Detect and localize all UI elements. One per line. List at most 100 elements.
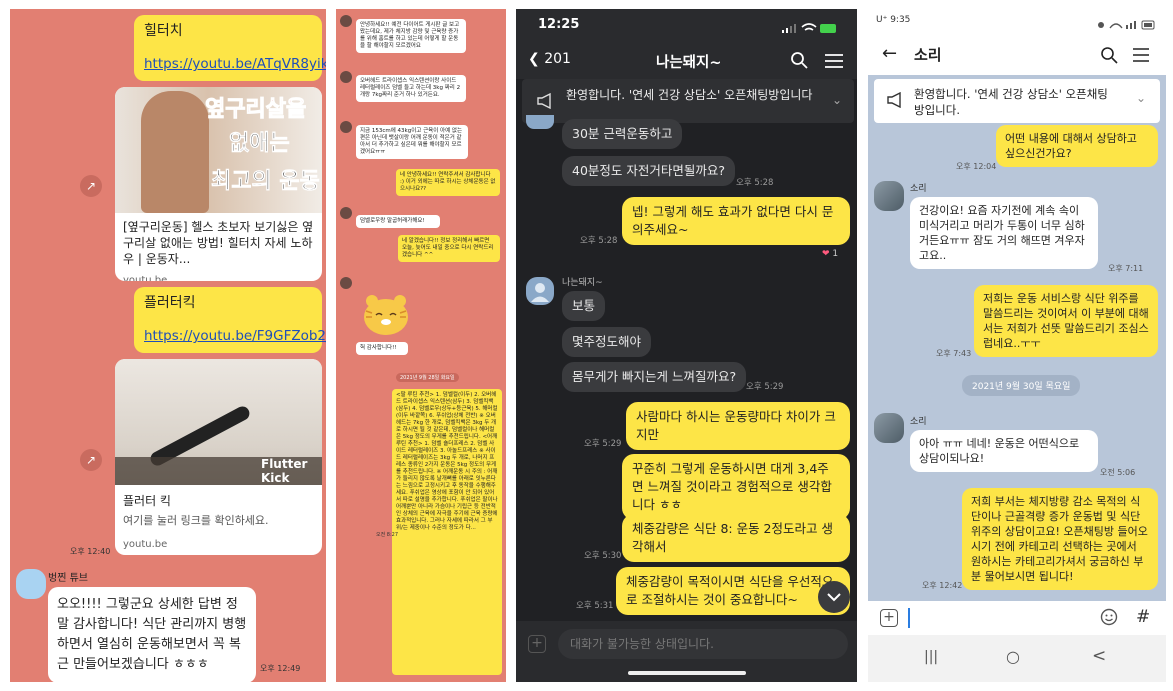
- chat-message-right: 꾸준히 그렇게 운동하시면 대게 3,4주면 느껴질 것이라고 경험적으로 생각…: [622, 454, 850, 520]
- home-icon[interactable]: ○: [1006, 647, 1020, 666]
- message-time: 오후 7:43: [936, 349, 972, 358]
- card-title: 플러터 킥: [123, 494, 171, 508]
- notice-text: 환영합니다. '연세 건강 상담소' 오픈채팅방입니다: [566, 88, 813, 102]
- chat-message-right: 어떤 내용에 대해서 상담하고 싶으신건가요?: [996, 125, 1158, 167]
- notice-banner[interactable]: 환영합니다. '연세 건강 상담소' 오픈채팅방입니다 ⌄: [522, 79, 854, 123]
- message-time: 오후 5:28: [580, 236, 618, 246]
- chat-message-left: 40분정도 자전거타면될까요?: [562, 156, 736, 186]
- sender-name: 소리: [910, 184, 927, 194]
- unread-count: 201: [544, 51, 571, 67]
- video-thumbnail: Flutter Kick: [115, 359, 322, 485]
- recent-apps-icon[interactable]: |||: [924, 649, 938, 665]
- chat-message: 네 안녕하세요!! 연락주셔서 감사합니다 :) 이거 외에는 따로 하시는 상…: [396, 169, 500, 196]
- heart-icon: ❤: [822, 249, 830, 259]
- chat-message: 헉 감사합니다!!: [356, 342, 408, 355]
- chat-message-left: 아아 ㅠㅠ 네네! 운동은 어떤식으로 상담이되나요!: [910, 430, 1098, 472]
- message-input[interactable]: [908, 608, 910, 628]
- chat-message: 덤벨로우랑 말굽허래가해요!: [356, 215, 440, 228]
- thumbnail-text: 최고의 운동: [211, 169, 320, 195]
- youtube-preview-card-1[interactable]: 옆구리살을 없애는 최고의 운동 [옆구리운동] 헬스 초보자 보기싫은 옆구리…: [115, 87, 322, 281]
- chat-message-right: 체중감량이 목적이시면 식단을 우선적으로 조절하시는 것이 중요합니다~: [616, 567, 850, 615]
- heart-reaction[interactable]: ❤ 1: [822, 249, 846, 259]
- thumbnail-text: 옆구리살을: [204, 97, 307, 123]
- status-icons: [1096, 15, 1158, 30]
- notice-text: 환영합니다. '연세 건강 상담소' 오픈채팅방입니다.: [914, 87, 1108, 117]
- message-time: 오후 5:29: [584, 439, 622, 449]
- message-time: 오후 12:42: [922, 581, 963, 590]
- thumbnail-text: 없애는: [229, 131, 290, 157]
- message-time: 오전 8:27: [376, 532, 399, 538]
- youtube-link[interactable]: https://youtu.be/F9GFZob2_xA: [144, 327, 326, 345]
- android-nav-bar: ||| ○ <: [868, 635, 1166, 682]
- plus-icon[interactable]: +: [880, 609, 898, 627]
- kakao-chat-screenshot-1: 힐터치 https://youtu.be/ATqVR8yikQg ↗ 옆구리살을…: [10, 9, 326, 682]
- link-message-2[interactable]: 플러터킥 https://youtu.be/F9GFZob2_xA: [134, 287, 326, 353]
- message-time: 오후 5:30: [584, 551, 622, 561]
- card-title: [옆구리운동] 헬스 초보자 보기싫은 옆구리살 없애는 방법! 힐터치 자세 …: [123, 220, 314, 266]
- person-figure: [141, 91, 209, 213]
- avatar: [874, 181, 904, 211]
- chat-message: <팔 루틴 추천> 1. 덤벨컬(이두) 2. 오버헤드 트라이셉스 익스텐션(…: [392, 389, 502, 675]
- message-time: 오후 7:11: [1108, 264, 1144, 273]
- chevron-down-icon[interactable]: ⌄: [832, 93, 842, 107]
- chat-message: 안녕하세요!! 예전 다이어트 게시판 글 보고 왔는데요, 제가 체지방 감량…: [356, 19, 466, 53]
- chat-message-left: 보통: [562, 291, 606, 321]
- sender-name: 나는돼지~: [562, 278, 603, 288]
- avatar: [340, 121, 352, 133]
- input-bar: + 대화가 불가능한 상태입니다.: [516, 621, 857, 682]
- chat-message-left: 30분 근력운동하고: [562, 119, 683, 149]
- avatar: [340, 71, 352, 83]
- emoji-icon[interactable]: [1100, 608, 1118, 626]
- chevron-down-icon[interactable]: ⌄: [1136, 91, 1146, 105]
- avatar: [340, 207, 352, 219]
- date-divider: 2021년 9월 28일 화요일: [396, 373, 459, 382]
- back-button[interactable]: ❮ 201: [528, 51, 571, 67]
- avatar: [526, 115, 554, 129]
- scroll-down-button[interactable]: [818, 581, 850, 613]
- chat-message-right: 저희 부서는 체지방량 감소 목적의 식단이나 근골격량 증가 운동법 및 식단…: [962, 488, 1158, 590]
- tiger-emoticon: [358, 289, 414, 337]
- notice-banner[interactable]: 환영합니다. '연세 건강 상담소' 오픈채팅방입니다. ⌄: [874, 79, 1160, 123]
- chat-message-right: 저희는 운동 서비스랑 식단 위주를 말씀드리는 것이여서 이 부분에 대해서는…: [974, 285, 1158, 357]
- youtube-preview-card-2[interactable]: Flutter Kick 플러터 킥 여기를 눌러 링크를 확인하세요. you…: [115, 359, 322, 555]
- megaphone-icon: [886, 91, 904, 109]
- chat-title: 나는돼지~: [656, 55, 722, 71]
- message-time: 오후 12:04: [956, 162, 997, 171]
- chat-message-right: 사람마다 하시는 운동량마다 차이가 크지만: [626, 402, 850, 450]
- megaphone-icon: [536, 92, 554, 110]
- kakao-dark-chat-screenshot: 12:25 ❮ 201 나는돼지~ 환영합니다. '연세 건강 상담소' 오픈채…: [516, 9, 857, 682]
- reaction-count: 1: [832, 249, 839, 259]
- chat-message-right: 체중감량은 식단 8: 운동 2정도라고 생각해서: [622, 514, 850, 562]
- search-icon[interactable]: [790, 51, 808, 69]
- youtube-link[interactable]: https://youtu.be/ATqVR8yikQg: [144, 55, 326, 73]
- chat-message-left: 건강이요! 요즘 자기전에 계속 속이 미식거리고 머리가 두통이 너무 심하거…: [910, 197, 1098, 269]
- chat-message-left: 몸무게가 빠지는게 느껴질까요?: [562, 362, 747, 392]
- chat-message: 오버헤드 트라이셉스 익스텐션이랑 사이드 레터럴레이즈 덤벨 들고 하는데 3…: [356, 75, 466, 102]
- avatar: [526, 277, 554, 305]
- back-arrow-icon[interactable]: ←: [882, 43, 897, 64]
- reply-message: 오오!!!! 그렇군요 상세한 답변 정말 감사합니다! 식단 관리까지 병행하…: [48, 587, 256, 682]
- card-description: 여기를 눌러 링크를 확인하세요.: [123, 514, 269, 527]
- chat-message-right: 넵! 그렇게 해도 효과가 없다면 다시 문의주세요~: [622, 197, 850, 245]
- chevron-left-icon: ❮: [528, 51, 540, 67]
- back-icon[interactable]: <: [1092, 646, 1106, 666]
- message-title: 플러터킥: [144, 295, 196, 311]
- home-indicator: [628, 671, 746, 675]
- search-icon[interactable]: [1100, 46, 1118, 64]
- plus-icon: +: [528, 635, 546, 653]
- sender-name: 벙찐 튜브: [48, 573, 88, 584]
- message-time: 오전 5:06: [1100, 468, 1136, 477]
- menu-icon[interactable]: [1132, 47, 1150, 63]
- share-icon[interactable]: ↗: [80, 175, 102, 197]
- avatar: [340, 277, 352, 289]
- kakao-chat-screenshot-2: 안녕하세요!! 예전 다이어트 게시판 글 보고 왔는데요, 제가 체지방 감량…: [336, 9, 506, 682]
- card-domain: youtu.be: [123, 275, 168, 281]
- avatar[interactable]: [16, 569, 46, 599]
- share-icon[interactable]: ↗: [80, 449, 102, 471]
- thumbnail-text: Flutter Kick: [261, 457, 308, 485]
- link-message-1[interactable]: 힐터치 https://youtu.be/ATqVR8yikQg: [134, 15, 326, 81]
- card-domain: youtu.be: [123, 539, 168, 550]
- message-time: 오후 5:29: [746, 382, 784, 392]
- hashtag-icon[interactable]: #: [1136, 607, 1150, 627]
- menu-icon[interactable]: [824, 53, 844, 69]
